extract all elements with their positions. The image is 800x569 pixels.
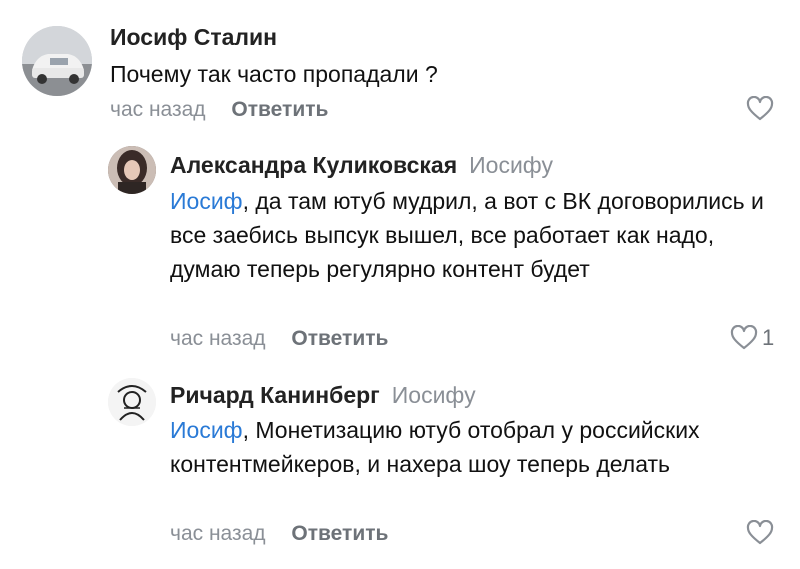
comment-author[interactable]: Иосиф Сталин [110,24,277,51]
avatar[interactable] [108,146,156,194]
reply-button[interactable]: Ответить [291,327,388,350]
comment-body: , Монетизацию ютуб отобрал у российских … [170,417,700,477]
comment-meta: час назад Ответить [170,327,388,351]
heart-outline-icon [746,96,774,121]
mention-link[interactable]: Иосиф [170,417,243,443]
sketch-portrait-icon [108,378,156,426]
comment-time: час назад [170,327,266,350]
heart-outline-icon [730,325,758,350]
comment-author: Ричард Канинберг Иосифу [170,382,476,409]
like-count: 1 [762,325,775,350]
car-photo-icon [22,26,92,96]
reply-button[interactable]: Ответить [231,98,328,121]
comment-meta: час назад Ответить [170,522,388,546]
comment-author: Александра Куликовская Иосифу [170,152,553,179]
author-name[interactable]: Александра Куликовская [170,152,457,178]
comment-text: Иосиф, да там ютуб мудрил, а вот с ВК до… [170,184,770,286]
reply-to-name[interactable]: Иосифу [469,152,553,178]
comment-body: Почему так часто пропадали ? [110,61,438,87]
comment-time: час назад [110,98,206,121]
mention-link[interactable]: Иосиф [170,188,243,214]
reply-to-name[interactable]: Иосифу [392,382,476,408]
comment-text: Почему так часто пропадали ? [110,57,710,91]
comment-body: , да там ютуб мудрил, а вот с ВК договор… [170,188,764,282]
comment-meta: час назад Ответить [110,98,328,122]
avatar[interactable] [22,26,92,96]
comment-text: Иосиф, Монетизацию ютуб отобрал у россий… [170,413,740,481]
heart-outline-icon [746,520,774,545]
reply-button[interactable]: Ответить [291,522,388,545]
avatar[interactable] [108,378,156,426]
like-button[interactable]: 1 [730,325,774,351]
person-photo-icon [108,146,156,194]
like-button[interactable] [746,96,774,122]
like-button[interactable] [746,520,774,546]
author-name[interactable]: Иосиф Сталин [110,24,277,50]
comment-time: час назад [170,522,266,545]
author-name[interactable]: Ричард Канинберг [170,382,380,408]
